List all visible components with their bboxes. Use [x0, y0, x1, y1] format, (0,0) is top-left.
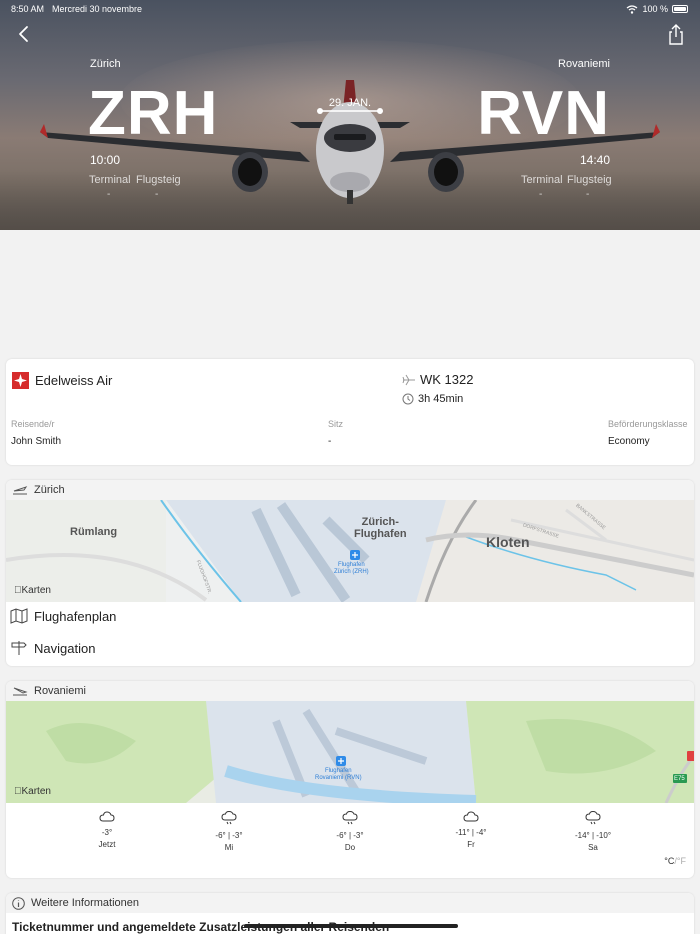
weather-day: -6° | -3° Do [310, 810, 390, 852]
home-indicator[interactable] [244, 924, 458, 928]
landing-icon [13, 687, 28, 696]
arrival-airport-header: Rovaniemi [6, 681, 694, 701]
flight-details-card: Edelweiss Air WK 1322 3h 45min Reisende/… [6, 359, 694, 465]
departure-time: 10:00 [90, 153, 121, 167]
weather-day: -6° | -3° Mi [189, 810, 269, 852]
flight-number-row: WK 1322 [402, 372, 473, 387]
arrival-city: Rovaniemi [558, 58, 610, 70]
departure-airport-title: Zürich [34, 484, 65, 496]
weather-day: -11° | -4° Fr [431, 811, 511, 849]
passenger-name: John Smith [11, 436, 62, 447]
arrival-map-graphic [6, 701, 694, 803]
unit-celsius: °C [664, 856, 675, 866]
duration-row: 3h 45min [402, 393, 463, 405]
departure-airport-header: Zürich [6, 480, 694, 500]
cloud-snow-icon [342, 810, 358, 825]
arrival-terminal: - [539, 189, 543, 200]
arrival-code: RVN [477, 79, 610, 148]
map-label-rvn-pin: Flughafen Rovaniemi (RVN) [315, 768, 362, 781]
takeoff-icon [13, 486, 28, 495]
map-label-road: E75 [674, 776, 685, 782]
more-info-header: Weitere Informationen [6, 893, 694, 913]
departure-gate-label: Flugsteig [136, 174, 181, 186]
weather-day: -3° Jetzt [67, 811, 147, 849]
date-divider [317, 108, 383, 114]
apple-logo-icon:  [14, 585, 22, 596]
weather-day-label: Jetzt [98, 840, 116, 849]
navigation-label: Navigation [34, 640, 96, 656]
status-time: 8:50 AM [11, 4, 45, 14]
status-date: Mercredi 30 novembre [52, 4, 143, 14]
signpost-icon [11, 641, 27, 655]
cloud-icon [99, 811, 115, 822]
airport-plan-link[interactable]: Flughafenplan [10, 608, 116, 624]
arrival-map[interactable]: Flughafen Rovaniemi (RVN) E75 Karten [6, 701, 694, 803]
passenger-label: Reisende/r [11, 419, 55, 429]
weather-day-label: Sa [588, 843, 598, 852]
seat-value: - [328, 436, 332, 447]
weather-day-label: Do [344, 843, 356, 852]
cloud-snow-icon [585, 810, 601, 825]
flight-duration: 3h 45min [418, 393, 464, 405]
arrival-time: 14:40 [579, 153, 610, 167]
plane-icon [402, 374, 415, 385]
weather-temp: -3° [101, 828, 113, 837]
airport-plan-label: Flughafenplan [34, 608, 117, 624]
navigation-link[interactable]: Navigation [10, 640, 95, 656]
arrival-airport-title: Rovaniemi [34, 685, 86, 697]
weather-temp: -6° | -3° [215, 831, 243, 840]
departure-terminal: - [107, 189, 111, 200]
battery-percent: 100 % [642, 4, 668, 14]
back-chevron-icon[interactable] [14, 24, 34, 44]
more-info-title: Weitere Informationen [31, 897, 140, 909]
flight-date: 29. JAN. [328, 97, 372, 109]
map-label-kloten: Kloten [486, 534, 530, 550]
class-value: Economy [608, 436, 650, 447]
flight-hero: 8:50 AM Mercredi 30 novembre 100 % Züric… [0, 0, 700, 230]
departure-city: Zürich [90, 58, 121, 70]
weather-day-label: Mi [224, 843, 234, 852]
map-icon [10, 608, 28, 624]
weather-temp: -14° | -10° [574, 831, 612, 840]
airline-name: Edelweiss Air [35, 373, 113, 388]
wifi-icon [627, 4, 638, 14]
cloud-icon [463, 811, 479, 822]
unit-fahrenheit: °F [676, 856, 686, 866]
flight-number: WK 1322 [420, 372, 474, 387]
share-icon[interactable] [666, 24, 686, 46]
arrival-airport-card: Rovaniemi Flughafen Rovaniemi (RVN) E75 … [6, 681, 694, 878]
battery-icon [672, 5, 688, 13]
info-icon [12, 896, 25, 910]
arrival-gate-label: Flugsteig [567, 174, 612, 186]
clock-icon [402, 393, 414, 405]
map-label-zurich-airport: Zürich- Flughafen [354, 516, 407, 540]
map-label-rumlang: Rümlang [70, 526, 118, 538]
departure-gate: - [155, 189, 159, 200]
weather-day-label: Fr [467, 840, 475, 849]
weather-temp: -11° | -4° [455, 828, 487, 837]
weather-temp: -6° | -3° [336, 831, 364, 840]
seat-label: Sitz [328, 419, 344, 429]
map-label-airport-pin: Flughafen Zürich (ZRH) [334, 562, 369, 575]
apple-logo-icon:  [14, 786, 22, 797]
weather-day: -14° | -10° Sa [553, 810, 633, 852]
departure-airport-card: Zürich Rümlang Zürich- Flughafen Kloten … [6, 480, 694, 666]
status-bar: 8:50 AM Mercredi 30 novembre 100 % [0, 0, 700, 18]
departure-map[interactable]: Rümlang Zürich- Flughafen Kloten Flughaf… [6, 500, 694, 602]
departure-code: ZRH [88, 79, 219, 148]
status-right: 100 % [626, 4, 688, 14]
departure-terminal-label: Terminal [89, 174, 131, 186]
apple-maps-credit: Karten [14, 585, 51, 596]
apple-maps-credit: Karten [14, 786, 51, 797]
class-label: Beförderungsklasse [608, 419, 688, 429]
arrival-terminal-label: Terminal [521, 174, 563, 186]
airline: Edelweiss Air [12, 372, 112, 389]
cloud-snow-icon [221, 810, 237, 825]
edelweiss-logo-icon [12, 372, 29, 389]
arrival-gate: - [586, 189, 590, 200]
temperature-unit-toggle[interactable]: °C/°F [664, 856, 686, 866]
